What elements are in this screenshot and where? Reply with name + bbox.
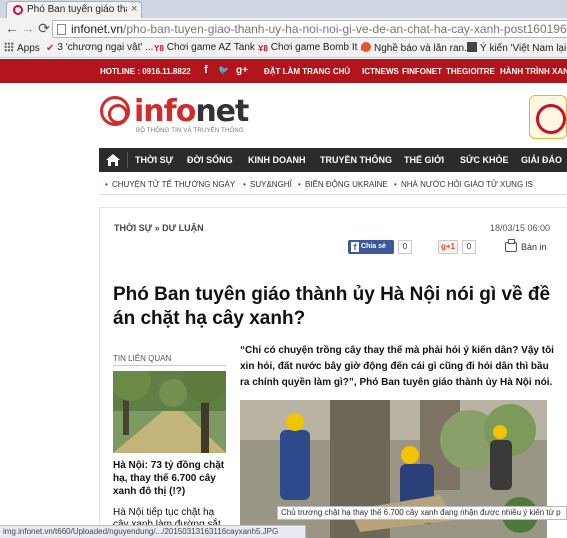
address-bar[interactable]: infonet.vn/pho-ban-tuyen-giao-thanh-uy-h… <box>52 20 567 38</box>
subnav-item[interactable]: NHÀ NƯỚC HỎI GIÁO TỬ XUNG IS <box>401 180 533 189</box>
facebook-icon[interactable]: f <box>204 64 208 76</box>
facebook-share-label: Chia sẻ <box>361 243 386 250</box>
back-button[interactable]: ← <box>4 20 20 36</box>
photo-caption-tooltip: Chủ trương chặt hạ thay thế 6.700 cây xa… <box>277 506 567 520</box>
nav-suc-khoe[interactable]: SỨC KHỎE <box>460 155 508 165</box>
hotline: HOTLINE : 0916.11.8822 <box>100 67 191 76</box>
nav-divider <box>127 152 128 168</box>
subnav-item[interactable]: CHUYỆN TỬ TẾ THƯỜNG NGÀY <box>112 180 235 189</box>
tab-title: Phó Ban tuyên giáo thành <box>27 4 127 15</box>
print-icon[interactable] <box>505 239 517 252</box>
nav-truyen-thong[interactable]: TRUYỀN THÔNG <box>320 155 392 165</box>
facebook-share-count: 0 <box>398 240 412 254</box>
publish-date: 18/03/15 06:00 <box>490 223 551 233</box>
main-nav: THỜI SỰ ĐỜI SỐNG KINH DOANH TRUYỀN THÔNG… <box>99 148 567 172</box>
print-link[interactable]: Bản in <box>521 242 547 252</box>
facebook-icon: f <box>351 242 359 252</box>
browser-tab[interactable]: Phó Ban tuyên giáo thành × <box>6 1 142 18</box>
article-lead: “Chỉ có chuyện trồng cây thay thế mà phả… <box>240 345 554 388</box>
site-icon <box>361 42 371 52</box>
breadcrumb[interactable]: THỜI SỰ » DƯ LUẬN <box>114 223 204 233</box>
bookmark-item[interactable]: Y8 Chơi game Bomb It ... <box>258 42 369 56</box>
related-news-heading: TIN LIÊN QUAN <box>113 354 172 363</box>
facebook-share: f Chia sẻ 0 <box>348 240 414 254</box>
infonet-logo-icon[interactable] <box>100 96 130 126</box>
nav-kinh-doanh[interactable]: KINH DOANH <box>248 155 306 165</box>
bullet: • <box>394 180 397 189</box>
bookmark-item[interactable]: Y8 Chơi game AZ Tank ... <box>154 42 266 56</box>
home-icon[interactable] <box>105 152 121 168</box>
browser-toolbar: ← → ⟳ infonet.vn/pho-ban-tuyen-giao-than… <box>0 18 567 40</box>
bookmark-item[interactable]: ✔ 3 'chương ngại vật' ... <box>46 42 153 56</box>
related-news-link[interactable]: Hà Nội: 73 tỷ đồng chặt hạ, thay thế 6.7… <box>113 459 231 498</box>
bullet: • <box>243 180 246 189</box>
reload-button[interactable]: ⟳ <box>36 20 52 36</box>
nav-doi-song[interactable]: ĐỜI SỐNG <box>187 155 233 165</box>
forward-button[interactable]: → <box>20 20 36 36</box>
subnav-item[interactable]: SUY&NGHĨ <box>250 180 292 189</box>
infonet-favicon-icon <box>13 5 23 15</box>
nav-thoi-su[interactable]: THỜI SỰ <box>135 155 173 165</box>
nav-giai-dao[interactable]: GIẢI ĐÁO <box>521 155 562 165</box>
related-news-image[interactable] <box>113 371 226 453</box>
logo-tagline: BỘ THÔNG TIN VÀ TRUYỀN THÔNG <box>136 128 244 134</box>
link-hanh-trinh[interactable]: HÀNH TRÌNH XAN <box>500 67 567 76</box>
browser-tabstrip: Phó Ban tuyên giáo thành × <box>0 0 567 18</box>
y8-icon: Y8 <box>258 44 268 53</box>
bookmarks-bar: Apps ✔ 3 'chương ngại vật' ... Y8 Chơi gam… <box>0 40 567 58</box>
page-icon <box>57 24 66 35</box>
tree-street-photo <box>113 371 226 453</box>
divider <box>99 194 567 195</box>
tab-close-icon[interactable]: × <box>131 3 137 15</box>
page-icon <box>467 42 477 52</box>
facebook-share-button[interactable]: f Chia sẻ <box>348 240 394 254</box>
site-logo[interactable]: infonet <box>134 94 249 129</box>
apps-grid-icon <box>4 42 14 52</box>
emblem-logo <box>529 95 567 139</box>
address-text[interactable]: infonet.vn/pho-ban-tuyen-giao-thanh-uy-h… <box>71 22 567 36</box>
link-ictnews[interactable]: ICTNEWS <box>362 67 399 76</box>
bullet: • <box>298 180 301 189</box>
googleplus-button[interactable]: g+1 <box>438 240 458 254</box>
link-thegioitre[interactable]: THEGIOITRE <box>446 67 495 76</box>
bookmark-item[interactable]: Nghề báo và lăn ran... <box>361 42 472 56</box>
nav-the-gioi[interactable]: THẾ GIỚI <box>404 155 444 165</box>
subnav-item[interactable]: BIẾN ĐỘNG UKRAINE <box>305 180 388 189</box>
googleplus-count: 0 <box>462 240 476 254</box>
article-headline: Phó Ban tuyên giáo thành ủy Hà Nội nói g… <box>113 284 551 329</box>
url-domain: infonet.vn <box>71 22 124 36</box>
divider <box>113 365 226 366</box>
bullet: • <box>105 180 108 189</box>
url-path: /pho-ban-tuyen-giao-thanh-uy-ha-noi-noi-… <box>123 22 567 36</box>
checkmark-icon: ✔ <box>46 43 55 54</box>
y8-icon: Y8 <box>154 44 164 53</box>
bookmark-apps[interactable]: Apps <box>4 42 40 56</box>
googleplus-icon[interactable]: g+ <box>236 65 248 76</box>
bookmark-item[interactable]: Ý kiến 'Việt Nam lại ... <box>467 42 567 56</box>
browser-status-bar: img.infonet.vn/t660/Uploaded/nguyendung/… <box>0 525 306 538</box>
site-topbar: HOTLINE : 0916.11.8822 f 🐦 g+ ĐẶT LÀM TR… <box>0 59 567 83</box>
twitter-icon[interactable]: 🐦 <box>218 65 229 76</box>
link-set-homepage[interactable]: ĐẶT LÀM TRANG CHỦ <box>264 67 350 76</box>
link-finfonet[interactable]: FINFONET <box>402 67 442 76</box>
